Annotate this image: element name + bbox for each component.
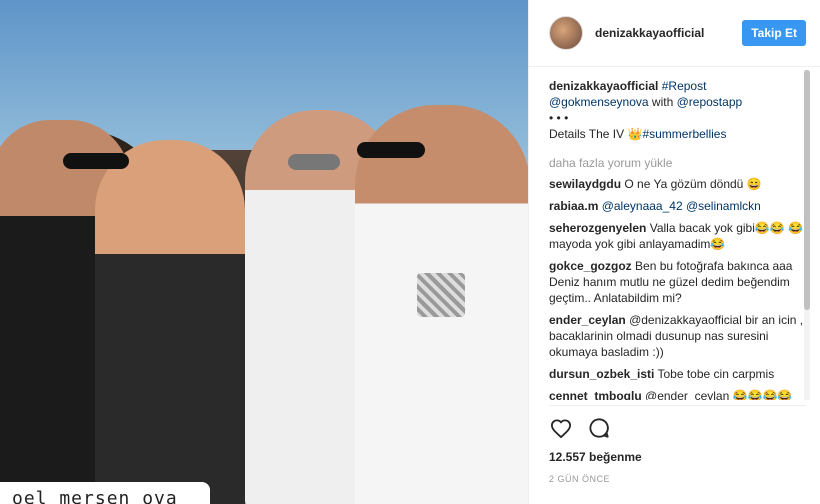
comment: sewilaydgdu O ne Ya gözüm döndü 😄 bbox=[549, 176, 809, 192]
sunglasses-1 bbox=[63, 153, 129, 169]
caption-username[interactable]: denizakkayaofficial bbox=[549, 79, 658, 93]
comment-text: O ne Ya gözüm döndü 😄 bbox=[624, 177, 762, 191]
comment-username[interactable]: gokce_gozgoz bbox=[549, 259, 632, 273]
comment: gokce_gozgoz Ben bu fotoğrafa bakınca aa… bbox=[549, 258, 809, 306]
caption-dots: • • • bbox=[549, 111, 569, 125]
avatar[interactable] bbox=[549, 16, 583, 50]
comment: dursun_ozbek_isti Tobe tobe cin carpmis bbox=[549, 366, 809, 382]
comment: ender_ceylan @denizakkayaofficial bir an… bbox=[549, 312, 809, 360]
caption-with: with bbox=[651, 95, 674, 109]
header-username[interactable]: denizakkayaofficial bbox=[595, 26, 742, 40]
comment: cennet_tmboglu @ender_ceylan 😂😂😂😂 😂 bbox=[549, 388, 809, 400]
post-time[interactable]: 2 GÜN ÖNCE bbox=[549, 474, 806, 484]
caption-app-mention[interactable]: @repostapp bbox=[677, 95, 743, 109]
scrollbar-thumb[interactable] bbox=[804, 70, 810, 310]
comment-username[interactable]: sewilaydgdu bbox=[549, 177, 621, 191]
instagram-post: oel mersen ova denizakkayaofficial Takip… bbox=[0, 0, 820, 504]
comment-username[interactable]: ender_ceylan bbox=[549, 313, 626, 327]
photo-person-2 bbox=[95, 140, 245, 504]
comment: seherozgenyelen Valla bacak yok gibi😂😂 😂… bbox=[549, 220, 809, 252]
comment-text: @aleynaaa_42 @selinamlckn bbox=[601, 199, 761, 213]
comment-username[interactable]: cennet_tmboglu bbox=[549, 389, 642, 400]
comments-list: denizakkayaofficial #Repost @gokmenseyno… bbox=[549, 78, 809, 400]
post-actions: 12.557 beğenme 2 GÜN ÖNCE bbox=[549, 405, 806, 484]
photo-caption-overlay: oel mersen ova bbox=[0, 482, 210, 504]
comment-username[interactable]: dursun_ozbek_isti bbox=[549, 367, 654, 381]
post-sidebar: denizakkayaofficial Takip Et denizakkaya… bbox=[528, 0, 820, 504]
comment: rabiaa.m @aleynaaa_42 @selinamlckn bbox=[549, 198, 809, 214]
caption-mention[interactable]: @gokmenseynova bbox=[549, 95, 649, 109]
caption-details: Details The IV bbox=[549, 127, 625, 141]
comment-username[interactable]: seherozgenyelen bbox=[549, 221, 646, 235]
caption: denizakkayaofficial #Repost @gokmenseyno… bbox=[549, 78, 809, 142]
crown-icon: 👑 bbox=[627, 127, 643, 141]
comment-text: Tobe tobe cin carpmis bbox=[657, 367, 775, 381]
follow-button[interactable]: Takip Et bbox=[742, 20, 806, 46]
comments-scrollbar[interactable] bbox=[804, 70, 810, 400]
heart-icon[interactable] bbox=[549, 416, 573, 440]
sequin-pocket bbox=[417, 273, 465, 317]
comment-username[interactable]: rabiaa.m bbox=[549, 199, 598, 213]
sunglasses-3 bbox=[288, 154, 340, 170]
sunglasses-4 bbox=[357, 142, 425, 158]
action-row bbox=[549, 414, 806, 442]
load-more-comments[interactable]: daha fazla yorum yükle bbox=[549, 156, 809, 170]
likes-count[interactable]: 12.557 beğenme bbox=[549, 450, 806, 464]
post-photo[interactable]: oel mersen ova bbox=[0, 0, 528, 504]
post-header: denizakkayaofficial Takip Et bbox=[529, 0, 820, 67]
caption-hashtag-summerbellies[interactable]: #summerbellies bbox=[642, 127, 726, 141]
caption-hashtag-repost[interactable]: #Repost bbox=[662, 79, 707, 93]
comment-icon[interactable] bbox=[587, 416, 611, 440]
